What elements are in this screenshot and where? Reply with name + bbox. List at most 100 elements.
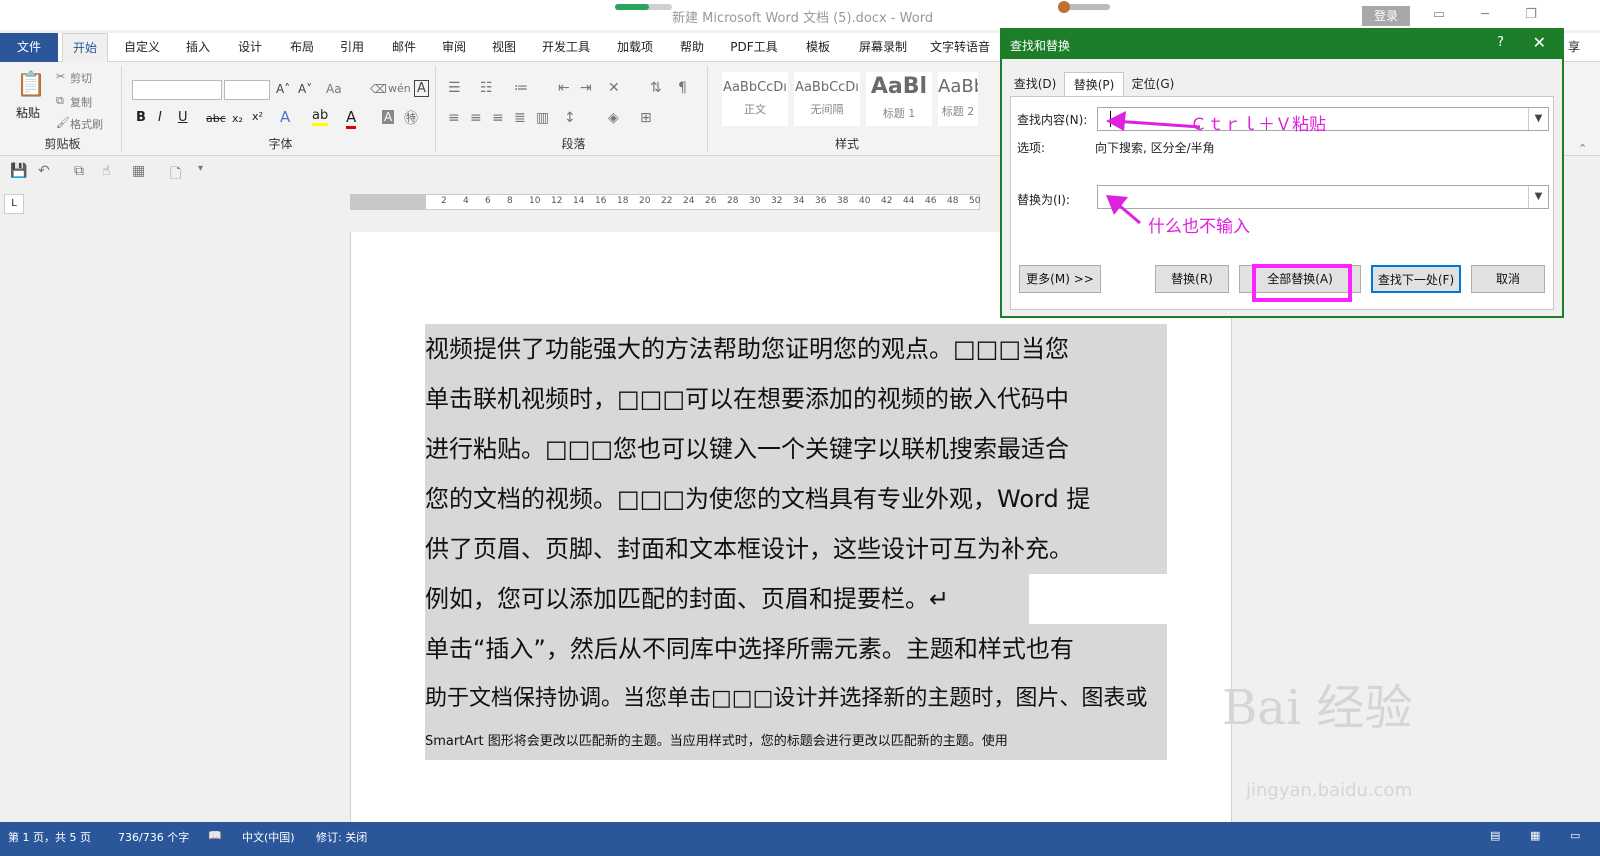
chevron-down-icon[interactable]: ▼ [1528,108,1548,130]
cancel-button[interactable]: 取消 [1471,265,1545,293]
share-button[interactable]: 享 [1560,33,1588,62]
horizontal-ruler[interactable]: 6 42 2 46 8 10 12 14 16 18 20 22 24 26 28 30 32 34 36 38 40 4… [350,194,980,210]
style-no-spacing[interactable]: AaBbCcDı 无间隔 [794,72,860,126]
subscript-icon[interactable]: x₂ [232,112,243,125]
tab-layout[interactable]: 布局 [280,33,324,62]
new-doc-icon[interactable]: 🗋 [170,163,181,187]
tab-developer[interactable]: 开发工具 [536,33,596,62]
save-icon[interactable]: 💾 [10,163,27,179]
find-next-button[interactable]: 查找下一处(F) [1371,265,1461,293]
chevron-down-icon[interactable]: ▼ [1528,186,1548,208]
word-count[interactable]: 736/736 个字 [118,829,189,845]
asian-layout-icon[interactable]: ✕ [608,80,620,96]
doc-line[interactable]: 进行粘贴。□□□您也可以键入一个关键字以联机搜索最适合 [425,424,1167,474]
tab-find[interactable]: 查找(D) [1010,72,1060,96]
decrease-indent-icon[interactable]: ⇤ [558,80,570,96]
multilevel-list-icon[interactable]: ≔ [514,80,528,96]
format-painter-button[interactable]: 格式刷 [70,116,103,132]
page-count[interactable]: 第 1 页，共 5 页 [8,829,91,845]
web-layout-icon[interactable]: ▭ [1570,829,1580,842]
show-marks-icon[interactable]: ¶ [678,80,687,96]
align-center-icon[interactable]: ≡ [470,110,482,126]
superscript-icon[interactable]: x² [252,110,263,123]
text-effects-icon[interactable]: A [280,108,290,126]
shading-icon[interactable]: ◈ [608,110,619,126]
clear-format-icon[interactable]: ⌫ [370,82,387,96]
tab-replace[interactable]: 替换(P) [1064,72,1124,98]
bullets-icon[interactable]: ☰ [448,80,461,96]
doc-line[interactable]: SmartArt 图形将会更改以匹配新的主题。当应用样式时，您的标题会进行更改以… [425,724,1167,760]
style-normal[interactable]: AaBbCcDı 正文 [722,72,788,126]
redo-icon[interactable]: ⧉ [74,163,84,179]
cut-button[interactable]: 剪切 [70,70,92,86]
login-button[interactable]: 登录 [1362,6,1410,26]
more-button[interactable]: 更多(M) >> [1019,265,1101,293]
doc-line[interactable]: 单击“插入”，然后从不同库中选择所需元素。主题和样式也有 [425,624,1167,674]
character-shading-icon[interactable]: A [382,110,395,124]
doc-line[interactable]: 您的文档的视频。□□□为使您的文档具有专业外观，Word 提 [425,474,1167,524]
print-layout-icon[interactable]: ▦ [1530,829,1540,842]
copy-button[interactable]: 复制 [70,94,92,110]
tab-review[interactable]: 审阅 [432,33,476,62]
highlight-icon[interactable]: ab [312,108,329,126]
tab-addins[interactable]: 加载项 [610,33,660,62]
tab-goto[interactable]: 定位(G) [1126,72,1180,96]
layout-icon[interactable]: ▦ [132,163,145,179]
style-heading-2[interactable]: AaBbC 标题 2 [938,72,978,126]
distributed-icon[interactable]: ▥ [536,110,549,126]
touch-mode-icon[interactable]: ☝ [102,163,111,179]
doc-line[interactable]: 例如，您可以添加匹配的封面、页眉和提要栏。↵ [425,574,1029,624]
align-right-icon[interactable]: ≡ [492,110,504,126]
italic-icon[interactable]: I [158,110,162,125]
underline-icon[interactable]: U [178,110,188,125]
replace-button[interactable]: 替换(R) [1155,265,1229,293]
proofing-icon[interactable]: 📖 [208,829,222,842]
minimize-icon[interactable]: ─ [1470,4,1500,26]
change-case-icon[interactable]: Aa [326,82,342,96]
tab-home[interactable]: 开始 [62,33,108,63]
tab-references[interactable]: 引用 [330,33,374,62]
tab-insert[interactable]: 插入 [176,33,220,62]
doc-line[interactable]: 供了页眉、页脚、封面和文本框设计，这些设计可互为补充。 [425,524,1167,574]
phonetic-guide-icon[interactable]: wén [388,82,411,95]
font-color-icon[interactable]: A [346,108,357,129]
ribbon-display-icon[interactable]: ▭ [1424,4,1454,26]
tab-stop-selector[interactable]: L [4,194,24,214]
borders-icon[interactable]: ⊞ [640,110,652,126]
language[interactable]: 中文(中国) [242,829,295,845]
justify-icon[interactable]: ≣ [514,110,526,126]
doc-line[interactable]: 助于文档保持协调。当您单击□□□设计并选择新的主题时，图片、图表或 [425,674,1167,724]
grow-font-icon[interactable]: A˄ [276,82,290,96]
numbering-icon[interactable]: ☷ [480,80,493,96]
doc-line[interactable]: 单击联机视频时，□□□可以在想要添加的视频的嵌入代码中 [425,374,1167,424]
tab-view[interactable]: 视图 [482,33,526,62]
font-size-select[interactable] [224,80,270,100]
sort-icon[interactable]: ⇅ [650,80,662,96]
enclose-character-icon[interactable]: ㊕ [404,108,418,128]
strikethrough-icon[interactable]: abc [206,112,226,125]
tab-pdf-tools[interactable]: PDF工具 [724,33,784,62]
track-changes[interactable]: 修订: 关闭 [316,829,367,845]
tab-text-to-speech[interactable]: 文字转语音 [928,33,992,62]
bold-icon[interactable]: B [136,110,146,125]
font-name-select[interactable] [132,80,222,100]
customize-qat-icon[interactable]: ▾ [198,163,203,174]
paste-button[interactable]: 粘贴 [16,104,40,121]
collapse-ribbon-icon[interactable]: ⌃ [1578,142,1587,155]
doc-line[interactable]: 视频提供了功能强大的方法帮助您证明您的观点。□□□当您 [425,324,1167,374]
tab-template[interactable]: 模板 [796,33,840,62]
read-mode-icon[interactable]: ▤ [1490,829,1500,842]
zoom-slider-icon[interactable] [1058,1,1110,13]
increase-indent-icon[interactable]: ⇥ [580,80,592,96]
character-border-icon[interactable]: A [414,80,429,97]
restore-icon[interactable]: ❐ [1516,4,1546,26]
tab-file[interactable]: 文件 [0,33,58,62]
tab-customize[interactable]: 自定义 [116,33,168,62]
tab-mailings[interactable]: 邮件 [382,33,426,62]
undo-icon[interactable]: ↶ [38,163,50,179]
style-heading-1[interactable]: AaBl 标题 1 [866,72,932,126]
help-icon[interactable]: ? [1497,35,1504,50]
tab-help[interactable]: 帮助 [670,33,714,62]
tab-screen-record[interactable]: 屏幕录制 [852,33,914,62]
paste-icon[interactable]: 📋 [16,70,46,98]
